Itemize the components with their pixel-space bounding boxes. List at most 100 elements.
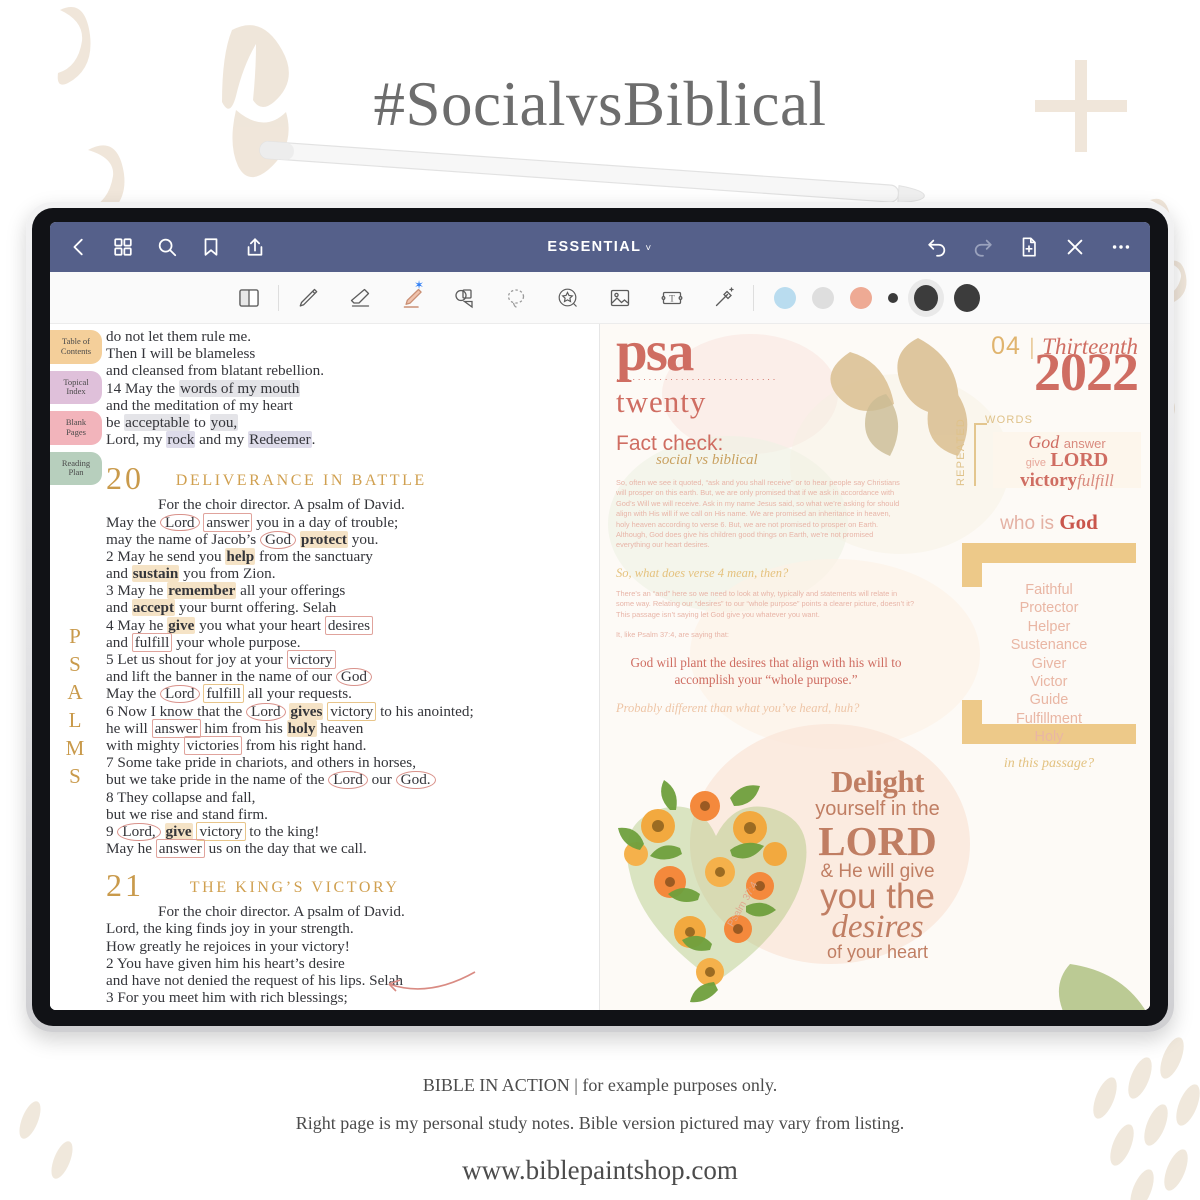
lasso-select-icon[interactable] (503, 285, 529, 311)
probably-note: Probably different than what you’ve hear… (616, 700, 860, 715)
psalm-20-header: 20 DELIVERANCE IN BATTLE (106, 462, 593, 496)
verse-line: 2 May he send you help from the sanctuar… (106, 547, 373, 565)
verse-line: and the meditation of my heart (106, 396, 293, 414)
verse-line: 14 May the words of my mouth (106, 379, 301, 397)
page-title: #SocialvsBiblical (373, 69, 827, 139)
sidebar-tab-topical-index[interactable]: Topical Index (50, 370, 102, 405)
verse-line: and sustain you from Zion. (106, 565, 276, 583)
sidebar-tab-reading-plan[interactable]: Reading Plan (50, 451, 102, 486)
verse-line: and fulfill your whole purpose. (106, 632, 301, 652)
question-body-2: It, like Psalm 37:4, are saying that: (616, 630, 729, 640)
attribute-item: Helper (1027, 618, 1071, 635)
verse-line: and cleansed from blatant rebellion. (106, 362, 325, 380)
navbar-right-group (926, 236, 1132, 258)
repeated-word-lord: LORD (1050, 449, 1109, 471)
verse-line: May he answer us on the day that we call… (106, 839, 367, 859)
bookmark-icon[interactable] (200, 236, 222, 258)
attribute-item: Giver (1031, 655, 1067, 672)
bible-text: do not let them rule me. Then I will be … (106, 328, 593, 1006)
sticker-icon[interactable] (555, 285, 581, 311)
god-attributes-list: Faithful Protector Helper Sustenance Giv… (958, 581, 1140, 747)
repeated-label: REPEATED (955, 417, 967, 486)
swatch-dark-grey[interactable] (914, 284, 938, 311)
text-box-icon[interactable]: T (659, 285, 685, 311)
repeated-words-block: REPEATED WORDS God answer give LORD vict… (955, 414, 1142, 490)
swatch-light-grey[interactable] (812, 286, 834, 309)
redo-icon[interactable] (972, 236, 994, 258)
verse-line: and have not denied the request of his l… (106, 972, 403, 989)
grid-thumbnails-icon[interactable] (112, 236, 134, 258)
verse-line: May the Lord answer you in a day of trou… (106, 512, 399, 532)
psalm-title-sub: twenty (616, 384, 707, 419)
verse-line: How greatly he rejoices in your victory! (106, 937, 350, 955)
attribute-item: Protector (1019, 600, 1079, 617)
sidebar-tab-table-of-contents[interactable]: Table of Contents (50, 330, 102, 364)
pencil-icon[interactable] (295, 285, 321, 311)
more-options-icon[interactable] (1110, 236, 1132, 258)
attribute-item: Sustenance (1010, 637, 1088, 654)
repeated-words-label: WORDS (985, 414, 1034, 426)
color-swatch-group (754, 283, 980, 312)
book-spread: Table of Contents Topical Index Blank Pages… (50, 324, 1150, 1010)
editing-toolbar: ✶ T (50, 272, 1150, 324)
psalm-21-heading: THE KING’S VICTORY (189, 879, 400, 897)
search-icon[interactable] (156, 236, 178, 258)
attribute-item: Victor (1030, 674, 1068, 691)
verse-line: 5 Let us shout for joy at your victory (106, 650, 593, 669)
question-body: There’s an “and” here so we need to look… (616, 589, 915, 619)
right-page: psa ······························ twent… (600, 324, 1150, 1010)
add-page-icon[interactable] (1018, 236, 1040, 258)
bracket-corner-icon (974, 423, 987, 486)
shapes-icon[interactable] (451, 285, 477, 311)
tablet-device: ESSENTIAL ˅ ✶ T Table of Contents Topica… (26, 202, 1174, 1032)
verse-line: he will answer him from his holy heaven (106, 718, 364, 738)
delight-line-3: LORD (818, 818, 937, 864)
verse-line: 2 You have given him his heart’s desire (106, 954, 345, 972)
footer-website: www.biblepaintshop.com (462, 1155, 738, 1185)
bluetooth-icon: ✶ (413, 277, 424, 292)
verse-line: 3 May he remember all your offerings (106, 582, 346, 600)
in-this-passage-label: in this passage? (1003, 756, 1095, 771)
question-block: So, what does verse 4 mean, then? There’… (616, 566, 926, 716)
highlighter-icon[interactable]: ✶ (399, 278, 425, 311)
attribute-item: Holy (1034, 729, 1064, 746)
fact-check-subtitle: social vs biblical (656, 452, 758, 468)
footer-line-2: Right page is my personal study notes. B… (295, 1113, 905, 1133)
verse-line: be acceptable to you, (106, 413, 239, 431)
magic-wand-icon[interactable] (711, 285, 737, 311)
verse-line: 4 May he give you what your heart desire… (106, 615, 593, 635)
attribute-item: Guide (1029, 692, 1069, 709)
fact-check-block: Fact check: social vs biblical So, often… (616, 432, 916, 551)
repeated-word-fulfill: fulfill (1077, 471, 1114, 490)
close-icon[interactable] (1064, 236, 1086, 258)
verse-line: may the name of Jacob’s God protect you. (106, 530, 379, 549)
book-name-vertical: PSALMS (63, 624, 87, 792)
verse-line: but we take pride in the name of the Lor… (106, 771, 593, 790)
arrow-annotation (388, 971, 476, 992)
date-block: 04 | Thirteenth 2022 (991, 332, 1139, 403)
attribute-item: Fulfillment (1015, 710, 1083, 727)
swatch-salmon[interactable] (850, 286, 872, 309)
image-icon[interactable] (607, 285, 633, 311)
eraser-icon[interactable] (347, 285, 373, 311)
footer: BIBLE IN ACTION | for example purposes o… (0, 1075, 1200, 1186)
verse-line: do not let them rule me. (106, 328, 252, 345)
swatch-black-small[interactable] (888, 292, 898, 303)
verse-line: and lift the banner in the name of our G… (106, 668, 593, 687)
psalm-20-number: 20 (106, 460, 144, 497)
sidebar-tab-blank-pages[interactable]: Blank Pages (50, 411, 102, 445)
delight-line-6: desires (831, 909, 924, 945)
page-flip-icon[interactable] (236, 285, 262, 311)
dotted-divider: ······························ (616, 374, 778, 384)
back-chevron-icon[interactable] (68, 236, 90, 258)
repeated-word-give: give (1025, 457, 1046, 469)
swatch-charcoal[interactable] (954, 283, 980, 312)
share-icon[interactable] (244, 236, 266, 258)
verse-line: and accept your burnt offering. Selah (106, 599, 337, 617)
verse-line: 9 Lord, give victory to the king! (106, 821, 320, 841)
undo-icon[interactable] (926, 236, 948, 258)
swatch-light-blue[interactable] (774, 286, 796, 309)
key-verse-statement: God will plant the desires that align wi… (630, 654, 902, 687)
psalm-title-block: psa ······························ twent… (616, 324, 778, 420)
psalm-20-subtitle: For the choir director. A psalm of David… (158, 496, 405, 514)
